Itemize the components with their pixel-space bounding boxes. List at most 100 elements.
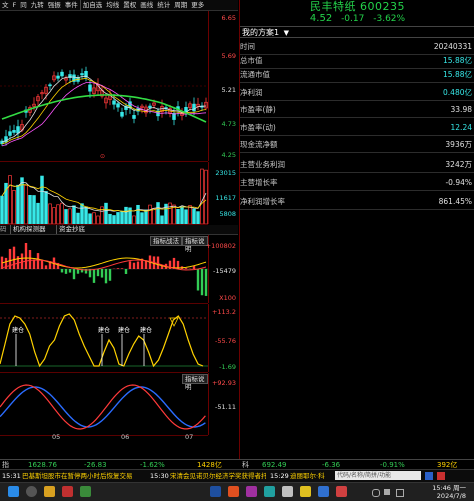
macd-bar (125, 269, 127, 274)
price-axis-top: 6.65 (222, 15, 236, 22)
kline-pane[interactable]: ⊙ (0, 11, 208, 162)
macd-bar (185, 268, 187, 269)
clock[interactable]: 15:46 周一 2024/7/8 (432, 484, 466, 500)
macd-dea (2, 260, 206, 270)
macd-axis-top: +100802 (206, 243, 236, 250)
fundamental-row: 时间20240331 (240, 40, 474, 55)
volume-bar (125, 207, 128, 224)
fundamental-key: 主营业务利润 (240, 158, 285, 172)
windows-taskbar: 15:46 周一 2024/7/8 (0, 482, 474, 501)
input-icon[interactable] (396, 489, 404, 497)
toolbar-item-9[interactable]: 画线 (138, 0, 155, 10)
rsi-shuoming-button[interactable]: 指标说明 (182, 374, 208, 384)
kline-chart[interactable]: ⊙ (0, 11, 208, 161)
app8-icon[interactable] (300, 486, 311, 497)
kdj-line (0, 314, 203, 366)
macd-bar (45, 265, 47, 269)
tab-jigou[interactable]: 机构探测器 (10, 225, 46, 234)
news2-text[interactable]: 宋清会见诺贝尔经济学奖获得者托马斯·萨金特 (170, 470, 266, 482)
news3-text[interactable]: 迪丽耶尔·科 (290, 470, 325, 482)
toolbar-item-11[interactable]: 周期 (172, 0, 189, 10)
rsi-line-red (0, 385, 205, 429)
fundamental-key: 流通市值 (240, 68, 270, 82)
volume-pane[interactable] (0, 162, 208, 225)
tab-zijin[interactable]: 资金抄底 (56, 225, 85, 234)
start-icon[interactable] (8, 486, 19, 497)
app9-icon[interactable] (318, 486, 329, 497)
network-icon[interactable] (372, 489, 380, 497)
toolbar-item-2[interactable]: 同 (18, 0, 29, 10)
volume-axis-mid: 11617 (215, 195, 236, 202)
toolbar-item-6[interactable]: 加自选 (80, 0, 105, 10)
volume-icon[interactable] (384, 489, 390, 495)
app7-icon[interactable] (282, 486, 293, 497)
toolbar-item-12[interactable]: 更多 (189, 0, 206, 10)
macd-bar (61, 269, 63, 272)
app-icon[interactable] (62, 486, 73, 497)
volume-bar (117, 212, 120, 224)
toolbar-item-3[interactable]: 九转 (29, 0, 46, 10)
app10-icon[interactable] (336, 486, 347, 497)
indicator-tab-strip: 码 机构探测器 资金抄底 (0, 225, 238, 235)
macd-bar (157, 257, 159, 269)
app4-icon[interactable] (228, 486, 239, 497)
volume-bar (105, 203, 108, 224)
macd-dif (2, 258, 206, 268)
app2-icon[interactable] (80, 486, 91, 497)
macd-axis: +100802 -15479 X100 (208, 235, 239, 303)
toolbar-item-0[interactable]: 文 (0, 0, 11, 10)
app6-icon[interactable] (264, 486, 275, 497)
macd-bar (93, 269, 95, 283)
news1-text[interactable]: 巴基斯坦股市在暂停两小时后恢复交易 (22, 470, 133, 482)
kdj-pane[interactable]: 建仓建仓建仓建仓 (0, 304, 208, 373)
toolbar-item-8[interactable]: 置权 (121, 0, 138, 10)
search-taskbar-icon[interactable] (26, 486, 37, 497)
alert-icon[interactable] (437, 472, 445, 480)
macd-bar (129, 261, 131, 269)
fundamental-value: 33.98 (451, 103, 472, 117)
fundamental-row: 市盈率(动)12.24 (240, 121, 474, 136)
macd-zhanfa-button[interactable]: 指标战法 (150, 236, 182, 246)
fundamental-value: 20240331 (434, 40, 472, 54)
news-ticker[interactable]: 15:31 巴基斯坦股市在暂停两小时后恢复交易 15:30 宋清会见诺贝尔经济学… (0, 469, 474, 482)
fundamental-row: 净利润增长率861.45% (240, 195, 474, 210)
macd-bar (197, 269, 199, 290)
app5-icon[interactable] (246, 486, 257, 497)
volume-bar (185, 210, 188, 224)
rsi-chart[interactable] (0, 373, 208, 435)
toolbar-item-4[interactable]: 强振 (46, 0, 63, 10)
kdj-chart[interactable]: 建仓建仓建仓建仓 (0, 304, 208, 372)
candle-body (149, 106, 152, 108)
search-input[interactable]: 代码/名称/简拼/功能 (335, 471, 421, 480)
macd-bar (41, 260, 43, 269)
rsi-pane[interactable]: 指标说明 (0, 373, 208, 436)
candle-body (9, 132, 12, 136)
fundamental-value: 12.24 (451, 121, 472, 135)
volume-bar (9, 176, 12, 224)
price-axis: 6.65 5.69 5.21 4.73 4.25 (208, 11, 239, 161)
news2-time: 15:30 (150, 470, 169, 482)
fundamental-row: 主营业务利润3242万 (240, 158, 474, 173)
volume-bar (33, 196, 36, 224)
toolbar-item-7[interactable]: 均线 (104, 0, 121, 10)
volume-chart[interactable] (0, 162, 208, 224)
macd-pane[interactable]: 指标战法 指标说明 (0, 235, 208, 304)
volume-bar (157, 203, 160, 224)
fundamental-value: -0.94% (445, 176, 472, 190)
volume-bar (201, 169, 204, 224)
macd-shuoming-button[interactable]: 指标说明 (182, 236, 208, 246)
fundamental-key: 净利润增长率 (240, 195, 285, 209)
explorer-icon[interactable] (44, 486, 55, 497)
volume-bar (69, 209, 72, 224)
toolbar-item-10[interactable]: 统计 (155, 0, 172, 10)
app3-icon[interactable] (210, 486, 221, 497)
fundamental-value: 0.480亿 (443, 86, 472, 100)
macd-bar (97, 269, 99, 276)
scheme-dropdown[interactable]: 我的方案1 ▼ (240, 26, 474, 38)
macd-bar (25, 243, 27, 269)
toolbar-item-5[interactable]: 事件 (63, 0, 80, 10)
volume-bar (57, 205, 60, 224)
search-icon[interactable] (425, 472, 433, 480)
toolbar-item-1[interactable]: F (11, 0, 19, 10)
current-price: 4.52 (310, 13, 332, 24)
